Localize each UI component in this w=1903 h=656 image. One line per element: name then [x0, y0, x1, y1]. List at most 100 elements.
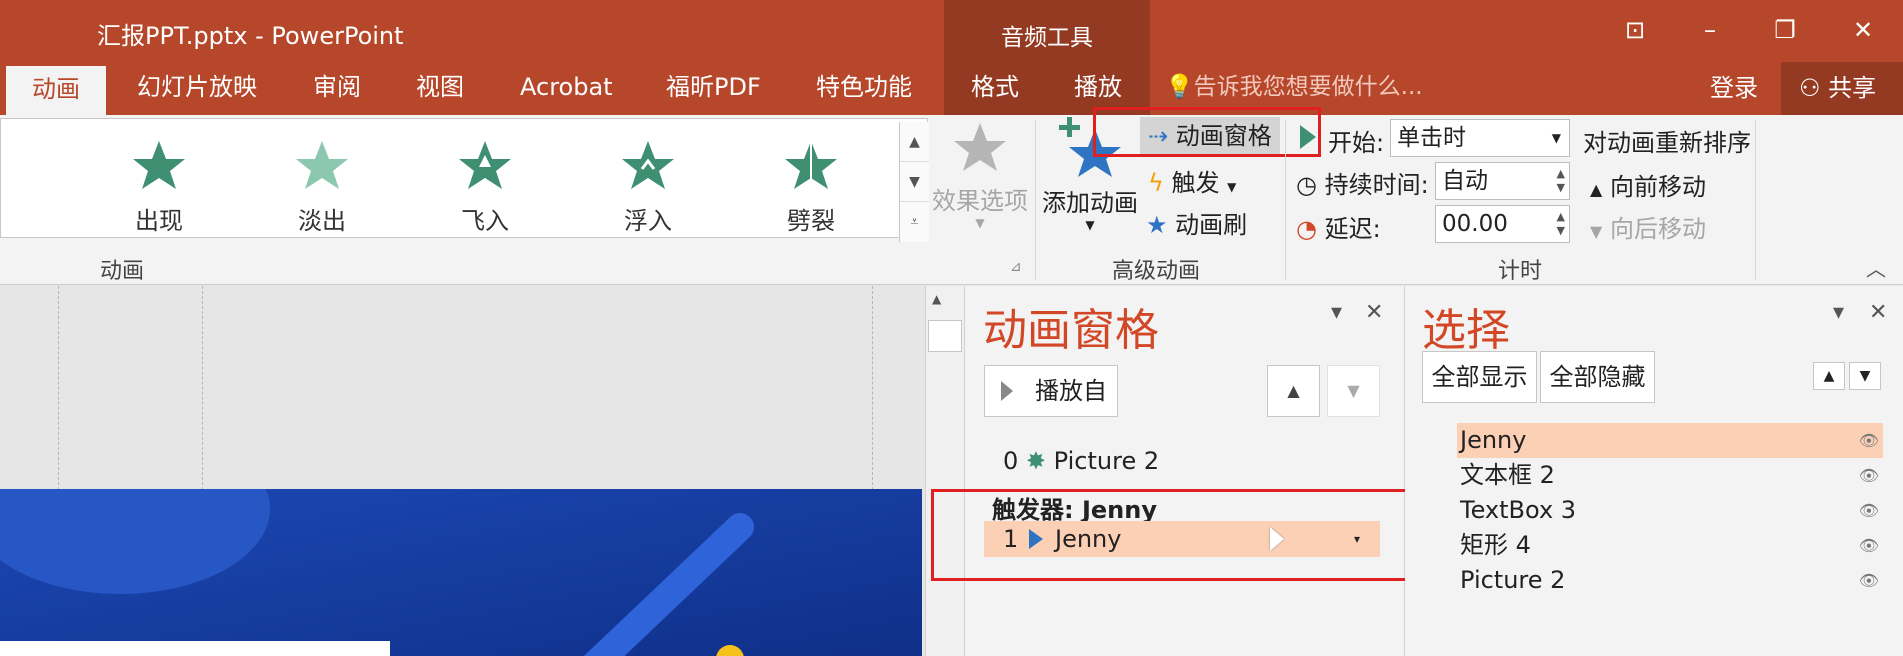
visibility-eye-icon[interactable]: 👁	[1859, 528, 1879, 563]
split-star-icon	[785, 141, 837, 189]
pane-close-icon[interactable]: ✕	[1365, 300, 1383, 325]
selection-item-name: Picture 2	[1460, 566, 1566, 594]
chevron-down-icon: ▼	[975, 216, 985, 230]
selection-item[interactable]: 文本框 2 👁	[1457, 458, 1883, 493]
pane-options-icon[interactable]: ▾	[1833, 300, 1844, 325]
animation-pane: 动画窗格 ▾ ✕ 播放自 ▲ ▼ 0 ✸ Picture 2 触发器: Jenn…	[931, 286, 1413, 656]
maximize-button[interactable]: ❐	[1760, 10, 1810, 50]
animation-item[interactable]: 0 ✸ Picture 2	[1003, 444, 1159, 478]
delay-label-group: ◔ 延迟:	[1296, 209, 1381, 244]
effect-options-label: 效果选项	[932, 187, 1028, 215]
effect-options-button[interactable]: 效果选项 ▼	[930, 119, 1030, 230]
share-label: 共享	[1828, 74, 1877, 102]
triangle-up-icon: ▲	[1287, 381, 1300, 400]
chevron-down-icon: ▼	[1085, 218, 1095, 232]
play-icon	[1001, 381, 1013, 401]
effect-options-star-icon	[954, 123, 1006, 171]
duration-spinner[interactable]: ▲ ▼	[1557, 167, 1565, 195]
tab-animations[interactable]: 动画	[6, 66, 106, 115]
appear-effect-icon: ✸	[1025, 447, 1047, 475]
send-backward-button[interactable]: ▼	[1849, 362, 1881, 390]
gallery-item-split[interactable]: 劈裂	[756, 137, 866, 236]
share-button[interactable]: ⚇ 共享	[1781, 62, 1903, 115]
appear-star-icon	[133, 133, 185, 189]
animation-pane-title: 动画窗格	[983, 305, 1159, 356]
selection-item[interactable]: Picture 2 👁	[1457, 563, 1883, 598]
gallery-scroll-up-button[interactable]: ▲	[900, 122, 929, 162]
scroll-up-icon[interactable]: ▲	[932, 292, 941, 306]
gallery-item-fly-in[interactable]: 飞入	[430, 137, 540, 236]
visibility-eye-icon[interactable]: 👁	[1859, 563, 1879, 598]
gallery-more-button[interactable]: ⩡	[900, 202, 929, 242]
gallery-item-fade[interactable]: 淡出	[267, 137, 377, 236]
pane-close-icon[interactable]: ✕	[1869, 300, 1887, 325]
close-icon: ✕	[1852, 16, 1874, 44]
start-dropdown-value: 单击时	[1397, 125, 1466, 151]
visibility-eye-icon[interactable]: 👁	[1859, 493, 1879, 528]
show-all-button[interactable]: 全部显示	[1422, 351, 1537, 403]
visibility-eye-icon[interactable]: 👁	[1859, 458, 1879, 493]
collapse-ribbon-icon[interactable]: ︿	[1866, 253, 1886, 282]
star-icon	[0, 137, 6, 189]
start-label: 开始:	[1328, 129, 1385, 157]
group-label-timing: 计时	[1498, 259, 1543, 284]
selection-item[interactable]: TextBox 3 👁	[1457, 493, 1883, 528]
tab-acrobat[interactable]: Acrobat	[520, 62, 613, 115]
tab-slideshow[interactable]: 幻灯片放映	[137, 62, 257, 115]
play-from-button[interactable]: 播放自	[984, 365, 1118, 417]
move-later-button[interactable]: ▼ 向后移动	[1590, 209, 1706, 244]
move-up-button[interactable]: ▲	[1267, 365, 1320, 417]
tab-foxit-pdf[interactable]: 福昕PDF	[666, 62, 761, 115]
login-button[interactable]: 登录	[1710, 62, 1758, 115]
scroll-thumb[interactable]	[928, 320, 962, 352]
bring-forward-button[interactable]: ▲	[1813, 362, 1845, 390]
gallery-item-appear[interactable]: 出现	[104, 133, 214, 236]
dialog-launcher-icon[interactable]: ⊿	[1010, 259, 1022, 275]
tab-format[interactable]: 格式	[944, 62, 1046, 115]
slide-canvas[interactable]	[0, 489, 922, 656]
gallery-item-partial[interactable]: 导	[0, 137, 41, 232]
group-label-animation: 动画	[100, 259, 145, 284]
ribbon-display-options-button[interactable]: ⊡	[1610, 10, 1660, 50]
hide-all-button[interactable]: 全部隐藏	[1540, 351, 1655, 403]
gallery-scroll-down-button[interactable]: ▼	[900, 162, 929, 202]
move-later-label: 向后移动	[1609, 215, 1706, 243]
delay-label: 延迟:	[1324, 215, 1381, 243]
float-in-star-icon	[622, 141, 674, 189]
add-animation-label: 添加动画	[1042, 189, 1138, 217]
tell-me-text: 告诉我您想要做什么...	[1193, 74, 1423, 100]
selection-item[interactable]: 矩形 4 👁	[1457, 528, 1883, 563]
pane-options-icon[interactable]: ▾	[1331, 300, 1342, 325]
tab-review[interactable]: 审阅	[313, 62, 361, 115]
person-add-icon: ⚇	[1799, 74, 1821, 102]
clock-icon: ◷	[1296, 171, 1317, 199]
move-down-button[interactable]: ▼	[1327, 365, 1380, 417]
animation-painter-button[interactable]: ★ 动画刷	[1146, 205, 1247, 240]
context-tab-group-audio-tools: 音频工具	[944, 0, 1150, 62]
animation-painter-label: 动画刷	[1175, 211, 1248, 239]
delay-input[interactable]: 00.00 ▲ ▼	[1435, 205, 1570, 243]
ribbon: 导 出现 淡出 飞入 浮入	[0, 107, 1903, 285]
trigger-button[interactable]: ϟ 触发 ▼	[1148, 163, 1236, 198]
title-bar: 汇报PPT.pptx - PowerPoint 音频工具 ⊡ – ❐ ✕	[0, 0, 1903, 62]
tab-special-features[interactable]: 特色功能	[816, 62, 912, 115]
delay-spinner[interactable]: ▲ ▼	[1557, 210, 1565, 238]
duration-label-group: ◷ 持续时间:	[1296, 165, 1429, 200]
selection-pane: 选择 ▾ ✕ 全部显示 全部隐藏 ▲ ▼ Jenny 👁 文本框 2 👁 Tex…	[1405, 286, 1903, 656]
triangle-down-icon: ▼	[1859, 368, 1871, 384]
slide-vertical-scrollbar[interactable]: ▲	[925, 286, 965, 656]
selection-item[interactable]: Jenny 👁	[1457, 423, 1883, 458]
triangle-up-icon: ▲	[1590, 180, 1603, 199]
selection-item-name: TextBox 3	[1460, 496, 1577, 524]
start-dropdown[interactable]: 单击时 ▼	[1390, 119, 1570, 157]
duration-input[interactable]: 自动 ▲ ▼	[1435, 162, 1570, 200]
tab-view[interactable]: 视图	[416, 62, 464, 115]
gallery-item-float-in[interactable]: 浮入	[593, 137, 703, 236]
minimize-button[interactable]: –	[1685, 10, 1735, 50]
close-button[interactable]: ✕	[1838, 10, 1888, 50]
move-earlier-button[interactable]: ▲ 向前移动	[1590, 167, 1706, 202]
visibility-eye-icon[interactable]: 👁	[1859, 423, 1879, 458]
selection-item-name: 矩形 4	[1460, 531, 1531, 559]
play-from-label: 播放自	[1035, 377, 1107, 405]
reorder-animation-title: 对动画重新排序	[1583, 129, 1751, 157]
